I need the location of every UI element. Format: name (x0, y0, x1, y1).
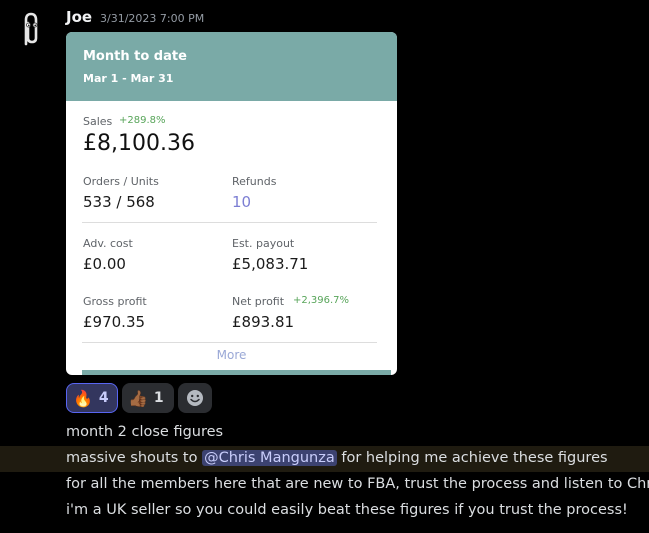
fire-icon: 🔥 (73, 388, 93, 408)
message-line: i'm a UK seller so you could easily beat… (66, 502, 628, 518)
adv-cost-value: £0.00 (83, 255, 126, 273)
paperclip-icon (24, 12, 38, 46)
message-timestamp: 3/31/2023 7:00 PM (100, 12, 205, 25)
card-date-range: Mar 1 - Mar 31 (83, 72, 174, 85)
author-name[interactable]: Joe (66, 8, 92, 26)
add-reaction-button[interactable] (178, 383, 212, 413)
orders-value: 533 / 568 (83, 193, 155, 211)
reaction-count: 1 (153, 390, 164, 406)
message-text: massive shouts to (66, 450, 203, 466)
thumbs-up-icon: 👍🏾 (128, 388, 148, 408)
adv-cost-label: Adv. cost (83, 237, 133, 250)
orders-label: Orders / Units (83, 175, 159, 188)
avatar[interactable] (16, 10, 46, 50)
message-text: for helping me achieve these figures (336, 450, 608, 466)
reaction-count: 4 (98, 390, 109, 406)
net-profit-value: £893.81 (232, 313, 295, 331)
more-link[interactable]: More (66, 348, 397, 362)
gross-profit-label: Gross profit (83, 295, 147, 308)
card-divider (82, 342, 377, 343)
gross-profit-value: £970.35 (83, 313, 146, 331)
reaction-thumbs-up[interactable]: 👍🏾 1 (122, 383, 174, 413)
user-mention[interactable]: @Chris Mangunza (202, 450, 337, 466)
est-payout-value: £5,083.71 (232, 255, 309, 273)
refunds-label: Refunds (232, 175, 277, 188)
refunds-value[interactable]: 10 (232, 193, 251, 211)
card-footer-bar (82, 370, 391, 375)
net-profit-growth: +2,396.7% (293, 295, 350, 306)
sales-label: Sales (83, 115, 113, 128)
sales-growth: +289.8% (119, 115, 166, 126)
card-divider (82, 222, 377, 223)
message-line: month 2 close figures (66, 424, 224, 440)
reaction-fire[interactable]: 🔥 4 (66, 383, 118, 413)
stats-card: Month to date Mar 1 - Mar 31 Sales +289.… (66, 32, 397, 375)
message-line: for all the members here that are new to… (66, 476, 649, 492)
card-header: Month to date Mar 1 - Mar 31 (66, 32, 397, 101)
est-payout-label: Est. payout (232, 237, 295, 250)
message-line: massive shouts to @Chris Mangunza for he… (66, 450, 608, 466)
chat-view: Joe 3/31/2023 7:00 PM Month to date Mar … (0, 0, 649, 533)
card-title: Month to date (83, 49, 187, 64)
smiley-icon (187, 390, 203, 406)
net-profit-label: Net profit (232, 295, 285, 308)
sales-value: £8,100.36 (83, 131, 195, 156)
